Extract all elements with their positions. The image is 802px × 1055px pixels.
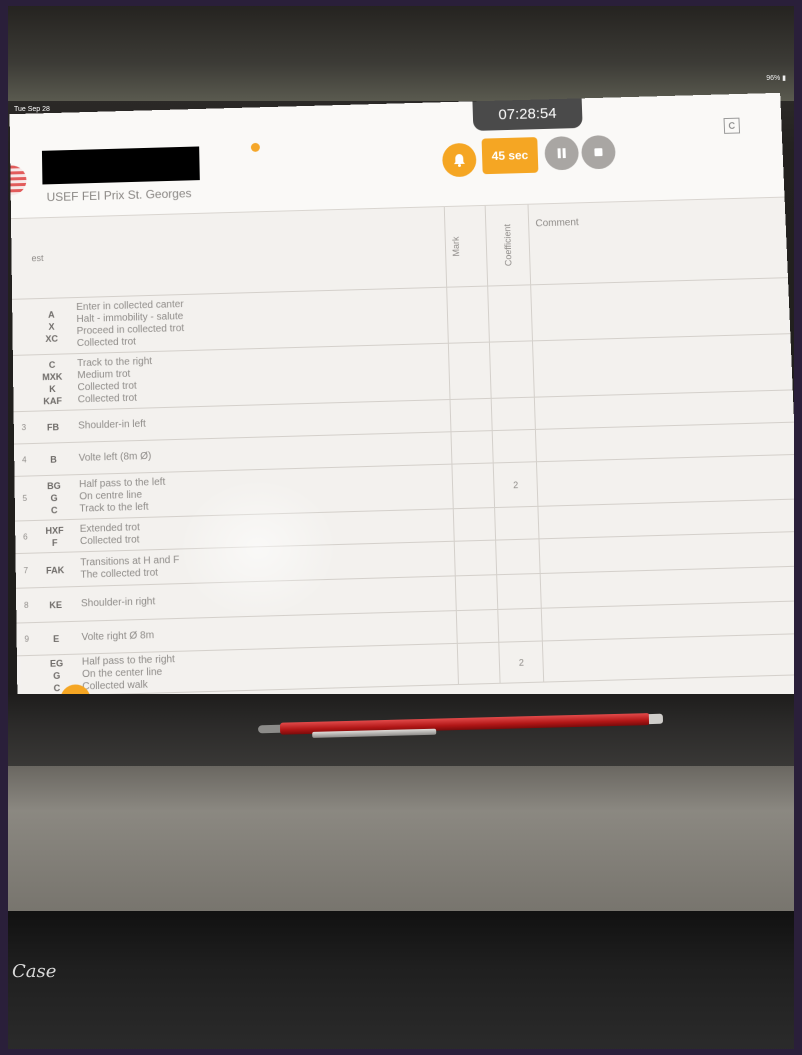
desk-surface xyxy=(8,766,794,916)
row-number: 9 xyxy=(16,622,38,656)
countdown-button[interactable]: 45 sec xyxy=(481,137,539,175)
stop-icon xyxy=(594,148,603,157)
coefficient-cell: 2 xyxy=(498,640,545,684)
mark-cell[interactable] xyxy=(456,609,499,644)
row-number: 4 xyxy=(14,443,35,477)
movement-description: Track to the right Medium trot Collected t… xyxy=(70,343,451,411)
coefficient-cell: 2 xyxy=(493,461,539,508)
stop-button[interactable] xyxy=(580,134,616,170)
mark-cell[interactable] xyxy=(453,507,496,542)
arena-letter: MXK xyxy=(42,371,63,382)
table-body: A X XC Enter in collected canter Halt - immo… xyxy=(12,277,794,697)
photo-frame: USEF FEI Prix St. Georges 07:28:54 45 se… xyxy=(8,6,794,1049)
tablet-bezel-top xyxy=(8,6,794,101)
row-number: 5 xyxy=(14,475,36,522)
arena-letter: C xyxy=(48,359,56,370)
arena-letter: KAF xyxy=(43,395,62,406)
arena-letters: C MXK K KAF xyxy=(32,353,72,412)
movement-line: Volte right Ø 8m xyxy=(81,629,155,643)
movement-line: Shoulder-in right xyxy=(80,595,156,609)
notification-dot xyxy=(250,142,260,152)
arena-letter: XC xyxy=(45,333,59,344)
row-number: 7 xyxy=(15,553,37,589)
arena-letter: FAK xyxy=(45,564,65,576)
case-brand: Case xyxy=(12,961,57,982)
arena-letter: FB xyxy=(46,421,60,432)
mark-cell[interactable] xyxy=(455,574,498,611)
coefficient-cell xyxy=(487,284,533,343)
rider-name-redacted xyxy=(41,146,200,185)
status-time: Tue Sep 28 xyxy=(14,106,50,113)
coefficient-cell xyxy=(492,429,537,463)
score-table: est Mark Coefficient Comment A X XC Enter i… xyxy=(11,197,794,698)
row-number xyxy=(12,298,33,356)
comment-cell[interactable] xyxy=(532,333,793,398)
coefficient-column-header: Coefficient xyxy=(485,204,532,287)
arena-letter: HXF xyxy=(45,524,64,536)
arena-letter: B xyxy=(50,453,57,465)
row-number xyxy=(12,354,34,412)
mark-cell[interactable] xyxy=(451,462,495,509)
movement-line: Shoulder-in left xyxy=(78,418,146,432)
keyboard-case: Case xyxy=(8,911,794,1049)
coefficient-cell xyxy=(494,506,540,541)
arena-letter: KE xyxy=(49,599,63,610)
arena-letter: K xyxy=(49,383,56,394)
coefficient-cell xyxy=(489,340,535,399)
mark-cell[interactable] xyxy=(457,642,501,685)
arena-letter: G xyxy=(50,492,58,503)
movement-description: Enter in collected canter Halt - immobili… xyxy=(70,287,449,354)
coefficient-cell xyxy=(496,573,542,610)
comment-cell[interactable] xyxy=(542,633,794,683)
pause-icon xyxy=(557,148,566,159)
coefficient-cell xyxy=(491,397,536,431)
arena-letters: A X XC xyxy=(32,297,71,355)
arena-letter: G xyxy=(53,670,61,681)
pause-button[interactable] xyxy=(544,135,580,171)
arena-letter: F xyxy=(51,537,58,548)
row-number: 3 xyxy=(13,411,35,445)
mark-cell[interactable] xyxy=(450,430,494,465)
arena-letters: BG G C xyxy=(34,474,74,521)
test-name: USEF FEI Prix St. Georges xyxy=(46,186,192,205)
arena-letter: A xyxy=(48,309,55,320)
mark-cell[interactable] xyxy=(448,342,492,400)
arena-letter: E xyxy=(53,633,60,644)
arena-letter: C xyxy=(50,504,58,515)
mark-cell[interactable] xyxy=(454,540,497,576)
coefficient-cell xyxy=(495,538,541,575)
movement-line: Volte left (8m Ø) xyxy=(78,450,152,464)
arena-letter: BG xyxy=(47,480,61,491)
coefficient-cell xyxy=(497,608,543,643)
mark-cell[interactable] xyxy=(446,286,490,344)
test-column-header: est xyxy=(30,217,71,299)
arena-letters: KE xyxy=(36,586,76,623)
row-number: 8 xyxy=(15,587,37,624)
status-bar: Tue Sep 28 96% ▮ xyxy=(8,75,794,122)
mark-column-header: Mark xyxy=(444,205,488,288)
arena-letters: B xyxy=(34,442,73,476)
arena-letter: X xyxy=(48,321,55,332)
arena-letters: HXF F xyxy=(35,519,75,554)
arena-letters: FAK xyxy=(35,551,75,588)
arena-letter: EG xyxy=(49,657,64,669)
bell-icon xyxy=(453,153,465,167)
logo xyxy=(9,165,27,196)
status-battery: 96% ▮ xyxy=(766,75,786,82)
arena-letters: E xyxy=(36,621,76,656)
comment-column-header: Comment xyxy=(528,197,788,285)
arena-letters: FB xyxy=(33,410,73,444)
bell-button[interactable] xyxy=(441,142,477,178)
mark-cell[interactable] xyxy=(450,398,493,432)
comment-cell[interactable] xyxy=(531,277,791,341)
row-number: 6 xyxy=(15,520,36,554)
comment-cell[interactable] xyxy=(536,454,794,507)
row-number xyxy=(16,655,38,697)
tablet-screen: USEF FEI Prix St. Georges 07:28:54 45 se… xyxy=(9,92,794,720)
